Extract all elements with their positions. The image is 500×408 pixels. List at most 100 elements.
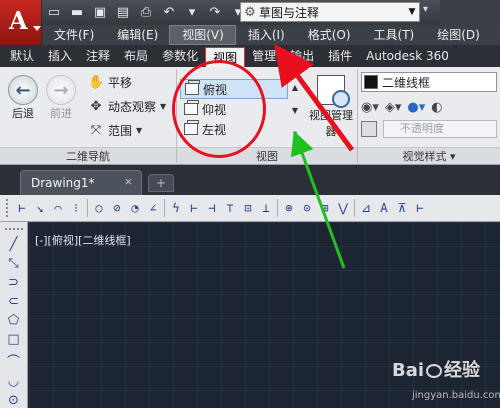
quick-access-toolbar: ▭ ▬ ▣ ▤ ⎙ ↶ ▾ ↷ ▾ xyxy=(44,2,248,22)
chevron-down-icon[interactable]: ▾ xyxy=(450,150,456,163)
color-sphere-icon[interactable]: ●▾ xyxy=(407,100,425,115)
draw-tool-icon[interactable]: □ xyxy=(4,332,24,347)
toolbar-grip[interactable] xyxy=(6,199,10,217)
dimension-tool-icon[interactable]: ⊿ xyxy=(357,198,375,218)
dimension-tool-icon[interactable]: ⊢ xyxy=(185,198,203,218)
dimension-tool-icon[interactable]: ∠ xyxy=(144,198,162,218)
application-menu-button[interactable]: A xyxy=(0,0,42,45)
gear-icon: ⚙ xyxy=(244,4,256,20)
document-tab[interactable]: Drawing1* × xyxy=(20,170,142,195)
chevron-down-icon: ▼ xyxy=(408,7,416,17)
face-style-icon[interactable]: ◈▾ xyxy=(385,100,402,115)
nav2d-panel-title: 二维导航 xyxy=(0,147,176,164)
draw-tool-palette: ╱ ⤡ ⊃ ⊂ ⬠ □ ⌒ ◡ ⊙ xyxy=(0,222,28,408)
dimension-tool-icon[interactable]: ⊤ xyxy=(221,198,239,218)
dimension-tool-icon[interactable]: ○ xyxy=(90,198,108,218)
viewport-controls-label[interactable]: [-][俯视][二维线框] xyxy=(35,232,131,248)
saveas-icon[interactable]: ▤ xyxy=(113,2,133,22)
new-icon[interactable]: ▭ xyxy=(44,2,64,22)
dimension-toolbar: ⊢ ↘ ⌒ ⁝ ○ ⊘ ◔ ∠ ϟ ⊢ ⊣ ⊤ ⊡ ⊥ ⊕ ⊙ ⊞ ⋁ ⊿ A ⊼ ⊢ xyxy=(0,195,500,222)
dimension-tool-icon[interactable]: ↘ xyxy=(31,198,49,218)
orbit-label: 动态观察 xyxy=(108,99,157,114)
dimension-tool-icon[interactable]: ⊡ xyxy=(239,198,257,218)
view-manager-label: 视图管理器 xyxy=(309,109,353,138)
menu-item-4[interactable]: 格式(O) xyxy=(296,25,362,45)
open-icon[interactable]: ▬ xyxy=(67,2,87,22)
hand-icon: ✋ xyxy=(88,74,105,90)
tab-0[interactable]: 默认 xyxy=(3,45,41,67)
menu-item-3[interactable]: 插入(I) xyxy=(236,25,296,45)
dimension-tool-icon[interactable]: ⊢ xyxy=(13,198,31,218)
dimension-tool-icon[interactable]: ⊣ xyxy=(203,198,221,218)
menu-item-6[interactable]: 绘图(D) xyxy=(425,25,491,45)
menu-item-2[interactable]: 视图(V) xyxy=(169,25,236,45)
opacity-slider[interactable]: 不透明度 xyxy=(383,120,497,138)
scroll-up-icon[interactable]: ▲ xyxy=(292,79,298,97)
forward-button[interactable]: → 前进 xyxy=(46,75,76,121)
tab-7[interactable]: 输出 xyxy=(283,45,321,67)
edge-style-icon[interactable]: ◉▾ xyxy=(361,100,379,115)
visual-style-tools: ◉▾ ◈▾ ●▾ ◐ xyxy=(361,97,497,117)
dimension-tool-icon[interactable]: A xyxy=(375,198,393,218)
toolbar-overflow-icon[interactable]: ▾ xyxy=(423,4,428,15)
dimension-tool-icon[interactable]: ⊘ xyxy=(108,198,126,218)
visual-styles-panel-title: 视觉样式 ▾ xyxy=(358,147,500,164)
view-manager-icon xyxy=(317,75,350,108)
dimension-tool-icon[interactable]: ⊙ xyxy=(298,198,316,218)
menu-item-1[interactable]: 编辑(E) xyxy=(105,25,169,45)
pan-button[interactable]: ✋ 平移 xyxy=(88,73,132,91)
tab-8[interactable]: 插件 xyxy=(321,45,359,67)
draw-tool-icon[interactable]: ⬠ xyxy=(4,313,24,328)
draw-tool-icon[interactable]: ⊙ xyxy=(4,393,24,408)
draw-tool-icon[interactable]: ⌒ xyxy=(4,351,24,370)
back-icon: ← xyxy=(8,75,38,105)
new-tab-button[interactable]: + xyxy=(148,174,174,192)
dimension-tool-icon[interactable]: ⁝ xyxy=(67,198,85,218)
chevron-down-icon: ▼ xyxy=(136,125,143,135)
back-button[interactable]: ← 后退 xyxy=(8,75,38,121)
paw-logo-icon xyxy=(426,364,443,378)
tab-4[interactable]: 参数化 xyxy=(155,45,205,67)
dimension-tool-icon[interactable]: ⊼ xyxy=(393,198,411,218)
draw-tool-icon[interactable]: ⤡ xyxy=(4,256,24,271)
gallery-expand-icon[interactable]: ▾ xyxy=(293,125,297,143)
tab-2[interactable]: 注释 xyxy=(79,45,117,67)
dimension-tool-icon[interactable]: ⊞ xyxy=(316,198,334,218)
tab-9[interactable]: Autodesk 360 xyxy=(359,45,456,67)
tab-3[interactable]: 布局 xyxy=(117,45,155,67)
menu-item-0[interactable]: 文件(F) xyxy=(42,25,105,45)
extents-button[interactable]: ⤧ 范围 ▼ xyxy=(88,121,142,139)
undo-icon[interactable]: ↶ xyxy=(159,2,179,22)
tab-1[interactable]: 插入 xyxy=(41,45,79,67)
visual-style-dropdown[interactable]: 二维线框 xyxy=(361,72,497,92)
extents-label: 范围 xyxy=(108,123,133,138)
tab-6[interactable]: 管理 xyxy=(245,45,283,67)
close-icon[interactable]: × xyxy=(124,175,133,188)
red-highlight-ellipse xyxy=(172,60,266,158)
scroll-down-icon[interactable]: ▼ xyxy=(292,102,298,120)
menu-item-5[interactable]: 工具(T) xyxy=(362,25,426,45)
document-tab-label: Drawing1* xyxy=(31,176,95,190)
dimension-tool-icon[interactable]: ϟ xyxy=(167,198,185,218)
orbit-button[interactable]: ✥ 动态观察 ▼ xyxy=(88,97,167,115)
undo-dropdown-icon[interactable]: ▾ xyxy=(182,2,202,22)
dimension-tool-icon[interactable]: ⊕ xyxy=(280,198,298,218)
draw-tool-icon[interactable]: ╱ xyxy=(4,237,24,252)
dimension-tool-icon[interactable]: ⌒ xyxy=(49,198,67,218)
dimension-tool-icon[interactable]: ◔ xyxy=(126,198,144,218)
view-gallery-scroll[interactable]: ▲ ▼ ▾ xyxy=(289,79,301,143)
workspace-switcher[interactable]: ⚙ 草图与注释 ▼ xyxy=(240,2,420,22)
draw-tool-icon[interactable]: ⊃ xyxy=(4,275,24,290)
lighting-icon[interactable]: ◐ xyxy=(431,100,442,115)
redo-icon[interactable]: ↷ xyxy=(205,2,225,22)
draw-tool-icon[interactable]: ◡ xyxy=(4,374,24,389)
dimension-tool-icon[interactable]: ⋁ xyxy=(334,198,352,218)
save-icon[interactable]: ▣ xyxy=(90,2,110,22)
view-manager-button[interactable]: 视图管理器 xyxy=(306,75,356,139)
dimension-tool-icon[interactable]: ⊥ xyxy=(257,198,275,218)
dimension-tool-icon[interactable]: ⊢ xyxy=(411,198,429,218)
toolbar-separator xyxy=(277,199,278,217)
print-icon[interactable]: ⎙ xyxy=(136,2,156,22)
draw-tool-icon[interactable]: ⊂ xyxy=(4,294,24,309)
palette-grip[interactable] xyxy=(4,228,23,231)
